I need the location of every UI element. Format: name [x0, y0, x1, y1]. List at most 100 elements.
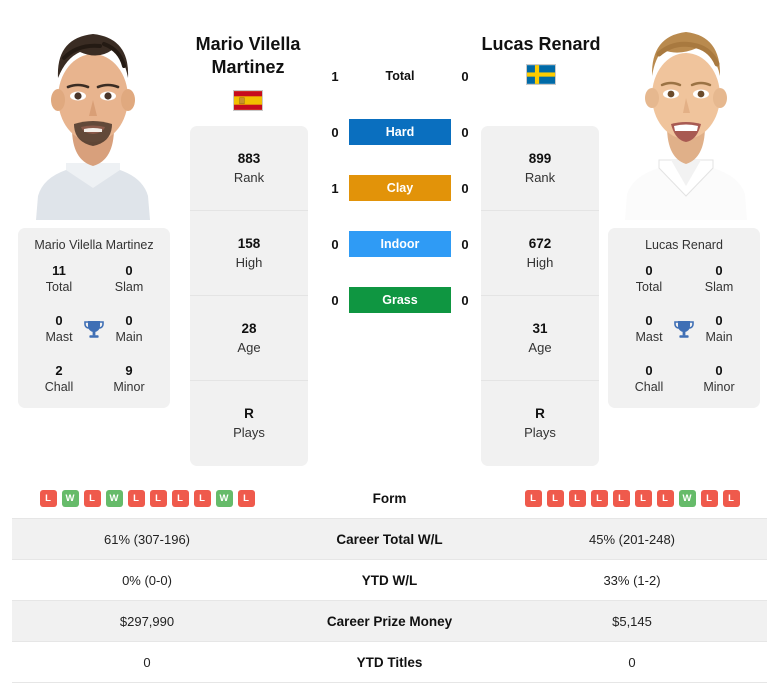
- ranking-label: Age: [237, 339, 261, 355]
- form-badge-loss[interactable]: L: [656, 489, 674, 507]
- table-row: 61% (307-196) Career Total W/L 45% (201-…: [12, 519, 767, 560]
- ranking-row-left-1: 158 High: [190, 211, 308, 296]
- h2h-right-score: 0: [461, 180, 469, 196]
- title-label: Minor: [703, 380, 735, 394]
- title-value: 9: [125, 363, 133, 378]
- h2h-surface-hard[interactable]: Hard: [349, 119, 451, 145]
- ranking-value: 31: [532, 320, 548, 336]
- h2h-right-score: 0: [461, 124, 469, 140]
- title-value: 0: [645, 363, 653, 378]
- form-badges-right: LLLLLLLWLL: [497, 489, 767, 507]
- ranking-card-left: 883 Rank 158 High 28 Age R Plays: [190, 126, 308, 466]
- title-stat-left-1: 0 Slam: [94, 263, 164, 296]
- h2h-right-score: 0: [461, 68, 469, 84]
- player-name-heading-left[interactable]: Mario Vilella Martinez: [148, 33, 348, 79]
- h2h-row-total: 1 Total 0: [326, 62, 474, 90]
- h2h-left-score: 1: [331, 180, 339, 196]
- ranking-label: Rank: [233, 169, 265, 185]
- ranking-row-left-0: 883 Rank: [190, 126, 308, 211]
- h2h-row-clay: 1 Clay 0: [326, 174, 474, 202]
- h2h-surface-total: Total: [385, 69, 415, 83]
- form-badge-loss[interactable]: L: [700, 489, 718, 507]
- ranking-row-left-3: R Plays: [190, 381, 308, 466]
- form-badge-win[interactable]: W: [105, 489, 123, 507]
- title-stat-right-1: 0 Slam: [684, 263, 754, 296]
- table-row: 0 YTD Titles 0: [12, 642, 767, 683]
- form-badge-win[interactable]: W: [678, 489, 696, 507]
- ranking-row-right-1: 672 High: [481, 211, 599, 296]
- title-label: Slam: [114, 280, 144, 294]
- form-badge-loss[interactable]: L: [237, 489, 255, 507]
- ranking-row-right-3: R Plays: [481, 381, 599, 466]
- form-badge-loss[interactable]: L: [171, 489, 189, 507]
- title-stat-left-4: 2 Chall: [24, 363, 94, 396]
- ranking-row-right-2: 31 Age: [481, 296, 599, 381]
- form-badge-loss[interactable]: L: [568, 489, 586, 507]
- form-badge-loss[interactable]: L: [83, 489, 101, 507]
- ranking-card-right: 899 Rank 672 High 31 Age R Plays: [481, 126, 599, 466]
- form-badge-loss[interactable]: L: [39, 489, 57, 507]
- form-badge-loss[interactable]: L: [127, 489, 145, 507]
- row-value-right: 0: [628, 654, 636, 670]
- player-name-line1-right: Lucas Renard: [481, 34, 601, 54]
- h2h-row-indoor: 0 Indoor 0: [326, 230, 474, 258]
- player-name-heading-right[interactable]: Lucas Renard: [441, 33, 641, 56]
- row-label: Career Total W/L: [336, 531, 443, 547]
- form-badge-loss[interactable]: L: [722, 489, 740, 507]
- row-value-right: 33% (1-2): [603, 572, 661, 588]
- h2h-surface-indoor[interactable]: Indoor: [349, 231, 451, 257]
- row-value-left: $297,990: [119, 613, 175, 629]
- title-label: Chall: [634, 380, 664, 394]
- h2h-right-score: 0: [461, 236, 469, 252]
- player-comparison-page: Mario Vilella Martinez Lucas Renard Mari…: [0, 0, 779, 699]
- title-value: 2: [55, 363, 63, 378]
- h2h-row-grass: 0 Grass 0: [326, 286, 474, 314]
- titles-card-left: Mario Vilella Martinez 11 Total 0 Slam 0…: [18, 228, 170, 408]
- h2h-surface-grass[interactable]: Grass: [349, 287, 451, 313]
- form-badge-loss[interactable]: L: [634, 489, 652, 507]
- h2h-left-score: 0: [331, 124, 339, 140]
- ranking-value: R: [244, 406, 254, 421]
- player-name-line2-left: Martinez: [211, 57, 285, 77]
- form-badge-loss[interactable]: L: [612, 489, 630, 507]
- title-value: 0: [125, 263, 133, 278]
- ranking-value: R: [535, 406, 545, 421]
- row-value-right: $5,145: [612, 613, 652, 629]
- form-badge-win[interactable]: W: [215, 489, 233, 507]
- ranking-label: Age: [528, 339, 552, 355]
- title-stat-right-4: 0 Chall: [614, 363, 684, 396]
- player-name-line1-left: Mario Vilella: [195, 34, 301, 54]
- form-badge-loss[interactable]: L: [524, 489, 542, 507]
- comparison-table: LWLWLLLLWL Form LLLLLLLWLL 61% (307-196)…: [0, 478, 779, 683]
- title-stat-left-5: 9 Minor: [94, 363, 164, 396]
- h2h-right-score: 0: [461, 292, 469, 308]
- flag-spain-icon: [233, 90, 263, 111]
- table-row: 0% (0-0) YTD W/L 33% (1-2): [12, 560, 767, 601]
- h2h-left-score: 0: [331, 292, 339, 308]
- row-label: YTD W/L: [361, 572, 418, 588]
- h2h-surface-clay[interactable]: Clay: [349, 175, 451, 201]
- form-badge-loss[interactable]: L: [149, 489, 167, 507]
- form-badge-loss[interactable]: L: [546, 489, 564, 507]
- ranking-row-right-0: 899 Rank: [481, 126, 599, 211]
- ranking-value: 883: [237, 150, 261, 166]
- title-label: Minor: [113, 380, 145, 394]
- h2h-row-hard: 0 Hard 0: [326, 118, 474, 146]
- ranking-value: 899: [528, 150, 552, 166]
- trophy-icon: [82, 318, 106, 342]
- ranking-value: 672: [528, 235, 552, 251]
- form-badge-loss[interactable]: L: [590, 489, 608, 507]
- titles-card-name-left: Mario Vilella Martinez: [34, 238, 154, 252]
- row-value-right: 45% (201-248): [589, 531, 675, 547]
- row-label: YTD Titles: [356, 654, 423, 670]
- title-stat-left-0: 11 Total: [24, 263, 94, 296]
- ranking-label: Rank: [524, 169, 556, 185]
- trophy-icon: [672, 318, 696, 342]
- form-badge-win[interactable]: W: [61, 489, 79, 507]
- table-row: $297,990 Career Prize Money $5,145: [12, 601, 767, 642]
- form-badge-loss[interactable]: L: [193, 489, 211, 507]
- title-label: Total: [45, 280, 73, 294]
- row-label: Career Prize Money: [326, 613, 453, 629]
- titles-card-name-right: Lucas Renard: [645, 238, 723, 252]
- h2h-left-score: 0: [331, 236, 339, 252]
